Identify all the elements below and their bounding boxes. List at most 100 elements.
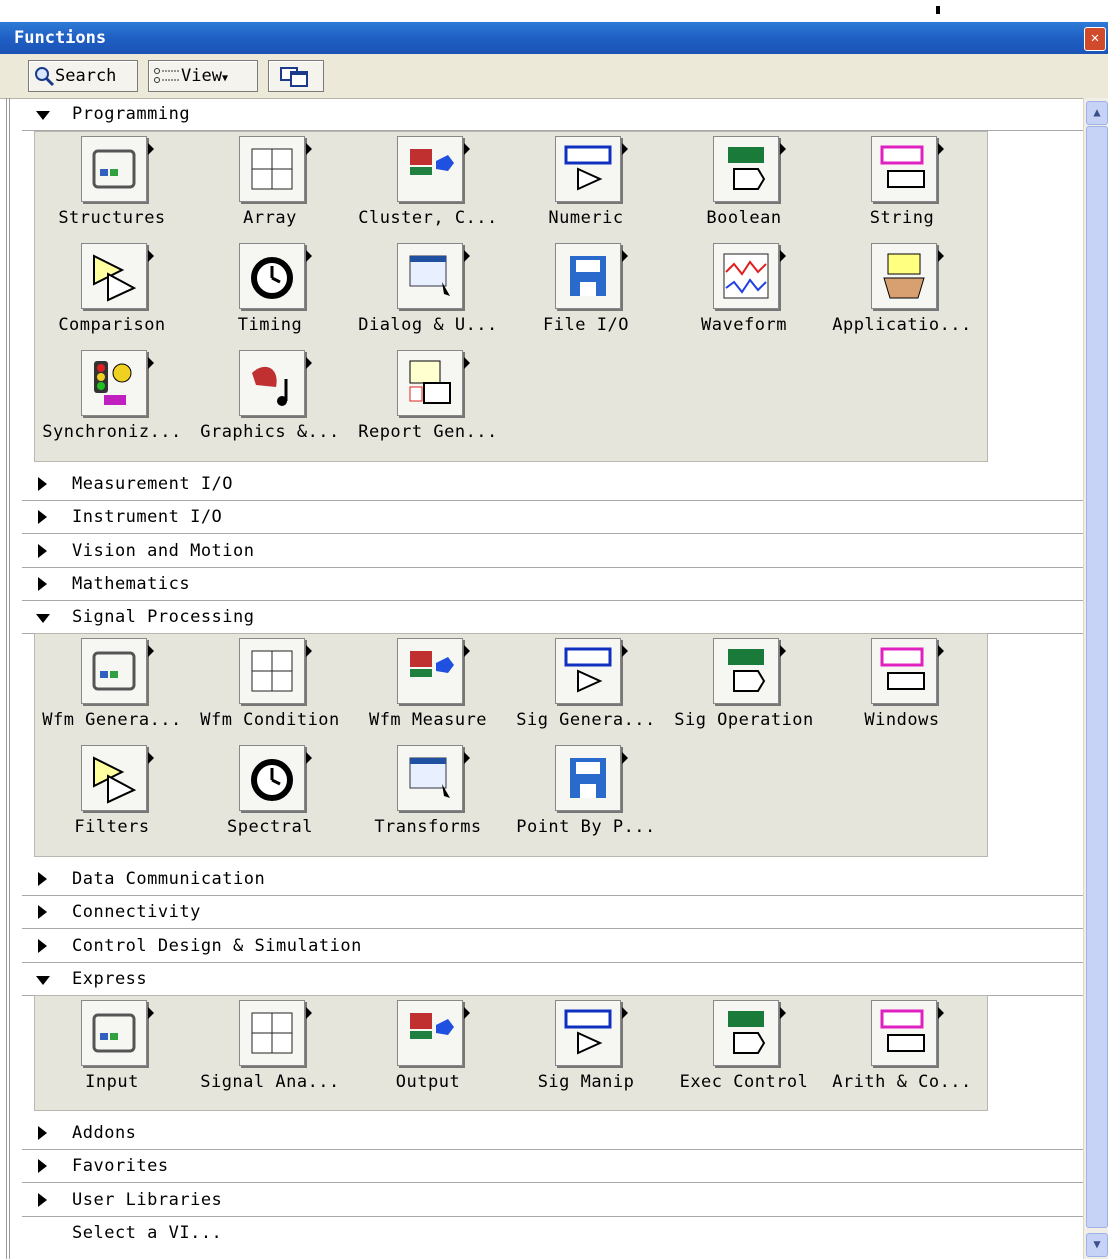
- palette-item[interactable]: Transforms: [353, 745, 503, 851]
- palette-item[interactable]: Cluster, C...: [353, 136, 503, 242]
- section-label: Measurement I/O: [72, 474, 234, 494]
- palette-item[interactable]: Input: [37, 1000, 187, 1106]
- section-instrument-io[interactable]: Instrument I/O: [22, 501, 1083, 534]
- scroll-down-button[interactable]: ▼: [1086, 1233, 1108, 1257]
- vertical-scrollbar[interactable]: ▲ ▼: [1083, 98, 1108, 1259]
- palette-item-label: Signal Ana...: [200, 1072, 340, 1092]
- palette-item[interactable]: Filters: [37, 745, 187, 851]
- cluster-icon: [397, 136, 470, 202]
- file-io-icon: [555, 243, 628, 309]
- close-button[interactable]: ✕: [1084, 27, 1106, 51]
- palette-item[interactable]: Sig Operation: [669, 638, 819, 744]
- palette-item[interactable]: Boolean: [669, 136, 819, 242]
- palette-item[interactable]: Exec Control: [669, 1000, 819, 1106]
- collapsed-arrow-icon: [38, 510, 47, 524]
- palette-item[interactable]: Sig Genera...: [511, 638, 661, 744]
- window-icon: [280, 67, 308, 87]
- view-button[interactable]: View▼: [148, 60, 258, 92]
- palette-item[interactable]: Wfm Measure: [353, 638, 503, 744]
- palette-item[interactable]: Structures: [37, 136, 187, 242]
- palette-item[interactable]: Graphics &...: [195, 350, 345, 456]
- palette-item[interactable]: Signal Ana...: [195, 1000, 345, 1106]
- palette-item-label: Synchroniz...: [42, 422, 182, 442]
- palette-item-label: Comparison: [58, 315, 166, 335]
- palette-item-label: Dialog & U...: [358, 315, 498, 335]
- palette-item-label: Windows: [864, 710, 940, 730]
- palette-item[interactable]: Report Gen...: [353, 350, 503, 456]
- section-control-design[interactable]: Control Design & Simulation: [22, 930, 1083, 963]
- palette-item-label: Point By P...: [516, 817, 656, 837]
- scroll-thumb[interactable]: [1086, 126, 1108, 1228]
- palette-item-label: Cluster, C...: [358, 208, 498, 228]
- palette-item-label: Sig Genera...: [516, 710, 656, 730]
- section-label: Vision and Motion: [72, 541, 255, 561]
- wfm-generation-icon: [81, 638, 154, 704]
- boolean-icon: [713, 136, 786, 202]
- palette-grip: [6, 98, 14, 1259]
- palette-item-label: Boolean: [706, 208, 782, 228]
- graphics-sound-icon: [239, 350, 312, 416]
- signal-analysis-icon: [239, 1000, 312, 1066]
- scroll-up-button[interactable]: ▲: [1086, 101, 1108, 125]
- select-vi-item[interactable]: Select a VI...: [22, 1217, 1083, 1250]
- section-addons[interactable]: Addons: [22, 1117, 1083, 1150]
- palette-item-label: Exec Control: [679, 1072, 809, 1092]
- palette-item[interactable]: File I/O: [511, 243, 661, 349]
- title-bar[interactable]: Functions ✕: [0, 22, 1108, 54]
- palette-item[interactable]: Waveform: [669, 243, 819, 349]
- programming-panel: Structures Array Cluster, C... Numeric Boole…: [34, 131, 988, 462]
- palette-item[interactable]: Point By P...: [511, 745, 661, 851]
- palette-item[interactable]: Applicatio...: [827, 243, 977, 349]
- palette-item[interactable]: Arith & Co...: [827, 1000, 977, 1106]
- palette-item-label: Applicatio...: [832, 315, 972, 335]
- filters-icon: [81, 745, 154, 811]
- section-measurement-io[interactable]: Measurement I/O: [22, 468, 1083, 501]
- sig-generation-icon: [555, 638, 628, 704]
- collapsed-arrow-icon: [38, 1159, 47, 1173]
- collapsed-arrow-icon: [38, 477, 47, 491]
- section-mathematics[interactable]: Mathematics: [22, 568, 1083, 601]
- collapsed-arrow-icon: [38, 872, 47, 886]
- sig-manip-icon: [555, 1000, 628, 1066]
- palette-item-label: Input: [85, 1072, 139, 1092]
- signal-processing-panel: Wfm Genera... Wfm Condition Wfm Measure Sig…: [34, 633, 988, 857]
- palette-item[interactable]: Output: [353, 1000, 503, 1106]
- palette-item-label: Wfm Condition: [200, 710, 340, 730]
- palette-item[interactable]: Dialog & U...: [353, 243, 503, 349]
- section-signal-processing[interactable]: Signal Processing: [22, 601, 1083, 634]
- palette-item[interactable]: Comparison: [37, 243, 187, 349]
- expanded-arrow-icon: [36, 976, 50, 985]
- input-icon: [81, 1000, 154, 1066]
- palette-item[interactable]: Timing: [195, 243, 345, 349]
- palette-item-label: Wfm Genera...: [42, 710, 182, 730]
- section-favorites[interactable]: Favorites: [22, 1150, 1083, 1183]
- palette-item[interactable]: Spectral: [195, 745, 345, 851]
- palette-item[interactable]: Wfm Condition: [195, 638, 345, 744]
- palette-item[interactable]: Windows: [827, 638, 977, 744]
- palette-item[interactable]: Synchroniz...: [37, 350, 187, 456]
- palette-item[interactable]: Numeric: [511, 136, 661, 242]
- toolbar: Search View▼: [0, 54, 1108, 99]
- section-label: Data Communication: [72, 869, 266, 889]
- palette-item[interactable]: Wfm Genera...: [37, 638, 187, 744]
- express-panel: Input Signal Ana... Output Sig Manip Exec Co…: [34, 995, 988, 1111]
- section-user-libraries[interactable]: User Libraries: [22, 1184, 1083, 1217]
- palette-item[interactable]: Sig Manip: [511, 1000, 661, 1106]
- section-connectivity[interactable]: Connectivity: [22, 896, 1083, 929]
- palette-item[interactable]: Array: [195, 136, 345, 242]
- section-label: Signal Processing: [72, 607, 255, 627]
- section-express[interactable]: Express: [22, 963, 1083, 996]
- search-button[interactable]: Search: [28, 60, 138, 92]
- section-programming[interactable]: Programming: [22, 98, 1083, 131]
- view-dropdown-icon: ▼: [221, 73, 228, 84]
- section-vision-motion[interactable]: Vision and Motion: [22, 535, 1083, 568]
- section-label: Programming: [72, 104, 191, 124]
- palette-item[interactable]: String: [827, 136, 977, 242]
- section-data-communication[interactable]: Data Communication: [22, 863, 1083, 896]
- array-icon: [239, 136, 312, 202]
- background-window-edge: [930, 0, 1108, 22]
- exec-control-icon: [713, 1000, 786, 1066]
- pin-window-button[interactable]: [268, 60, 324, 92]
- palette-item-label: Transforms: [374, 817, 482, 837]
- section-label: Control Design & Simulation: [72, 936, 362, 956]
